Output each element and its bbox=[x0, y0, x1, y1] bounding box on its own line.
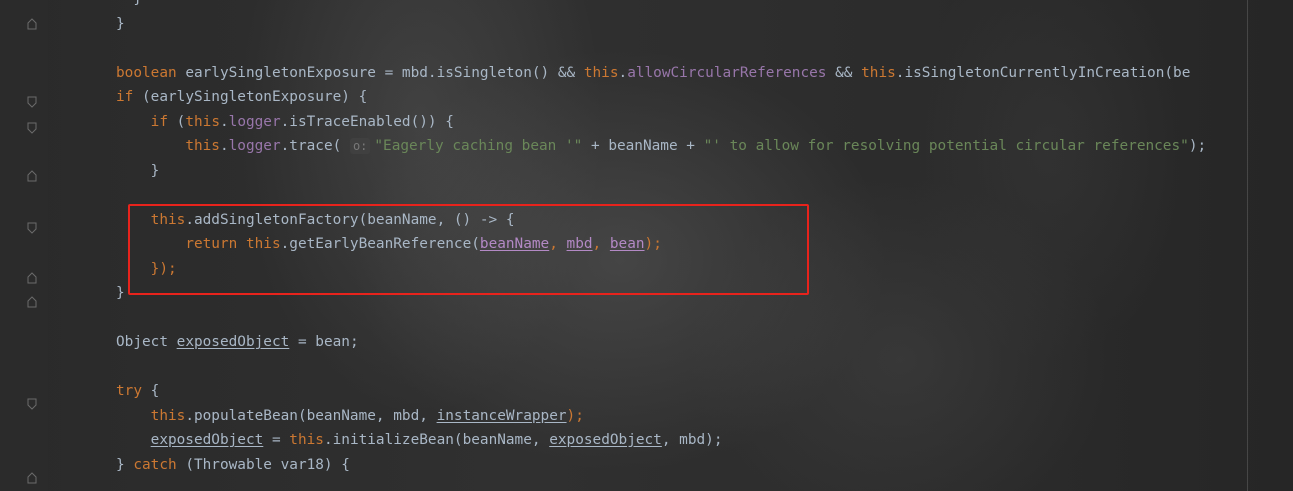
code-token: exposedObject bbox=[549, 432, 662, 448]
code-editor[interactable]: }} boolean earlySingletonExposure = mbd.i… bbox=[0, 0, 1293, 491]
code-line[interactable]: if (this.logger.isTraceEnabled()) { bbox=[116, 110, 454, 134]
code-token: .isSingletonCurrentlyInCreation(be bbox=[895, 64, 1191, 81]
fold-start-icon[interactable] bbox=[27, 96, 37, 108]
code-line[interactable]: exposedObject = this.initializeBean(bean… bbox=[116, 428, 723, 452]
code-line[interactable]: try { bbox=[116, 379, 159, 403]
code-token: this bbox=[185, 138, 220, 154]
code-token: earlySingletonExposure = mbd.isSingleton… bbox=[185, 64, 584, 81]
code-token: } bbox=[116, 0, 142, 7]
code-token: Object bbox=[116, 334, 177, 350]
code-token: = bean; bbox=[289, 334, 359, 350]
fold-end-icon[interactable] bbox=[27, 296, 37, 308]
code-token: logger bbox=[228, 138, 281, 154]
code-token: .isTraceEnabled()) { bbox=[280, 113, 454, 130]
fold-start-icon[interactable] bbox=[27, 222, 37, 234]
code-token: this bbox=[583, 64, 619, 81]
code-token: if bbox=[150, 113, 177, 130]
code-token: .populateBean(beanName, mbd, bbox=[185, 407, 437, 424]
code-token: exposedObject bbox=[176, 334, 290, 350]
fold-end-icon[interactable] bbox=[27, 170, 37, 182]
code-token: this bbox=[861, 64, 896, 81]
code-token: . bbox=[618, 64, 628, 81]
code-token: } bbox=[116, 15, 125, 32]
code-token: (Throwable var18) { bbox=[185, 456, 350, 473]
code-line[interactable]: this.logger.trace( o: "Eagerly caching be… bbox=[116, 134, 1206, 158]
code-token: if bbox=[116, 89, 142, 105]
code-token: catch bbox=[133, 456, 186, 473]
code-token: ); bbox=[1188, 138, 1207, 154]
code-token: .initializeBean(beanName, bbox=[323, 432, 550, 448]
code-token: , mbd); bbox=[661, 432, 723, 448]
code-line[interactable]: boolean earlySingletonExposure = mbd.isS… bbox=[116, 61, 1190, 85]
code-line[interactable]: } catch (Throwable var18) { bbox=[116, 453, 350, 477]
right-margin-guide bbox=[1247, 0, 1248, 491]
code-line[interactable]: } bbox=[116, 0, 142, 11]
code-token: ); bbox=[566, 407, 584, 424]
code-token: this bbox=[289, 432, 324, 448]
code-token: { bbox=[150, 383, 160, 399]
code-token: instanceWrapper bbox=[436, 407, 567, 424]
code-line[interactable]: this.populateBean(beanName, mbd, instanc… bbox=[116, 404, 584, 428]
code-token: && bbox=[826, 64, 862, 81]
fold-end-icon[interactable] bbox=[27, 18, 37, 30]
parameter-hint: o: bbox=[349, 138, 371, 154]
code-token: "' to allow for resolving potential circ… bbox=[703, 138, 1189, 154]
fold-start-icon[interactable] bbox=[27, 398, 37, 410]
code-token: } bbox=[116, 285, 125, 301]
code-token: exposedObject bbox=[150, 432, 264, 448]
code-token: "Eagerly caching bean '" bbox=[374, 138, 583, 154]
code-token: . bbox=[219, 138, 229, 154]
code-token: = bbox=[263, 432, 290, 448]
code-token: logger bbox=[228, 113, 281, 130]
code-line[interactable]: } bbox=[116, 159, 160, 183]
code-token: try bbox=[116, 383, 151, 399]
editor-gutter[interactable] bbox=[0, 0, 48, 491]
code-token: boolean bbox=[116, 64, 186, 81]
fold-end-icon[interactable] bbox=[27, 272, 37, 284]
code-token: + beanName + bbox=[582, 138, 704, 154]
code-token: } bbox=[116, 162, 160, 179]
code-line[interactable]: Object exposedObject = bean; bbox=[116, 330, 359, 354]
fold-end-icon[interactable] bbox=[27, 472, 37, 484]
code-line[interactable]: if (earlySingletonExposure) { bbox=[116, 85, 367, 109]
fold-start-icon[interactable] bbox=[27, 122, 37, 134]
code-token: } bbox=[116, 456, 134, 473]
code-token: this bbox=[150, 407, 186, 424]
code-token: (earlySingletonExposure) { bbox=[142, 89, 368, 105]
highlight-annotation-box bbox=[128, 204, 809, 295]
code-token: .trace( bbox=[280, 138, 350, 154]
code-line[interactable]: } bbox=[116, 281, 125, 305]
code-token: . bbox=[219, 113, 229, 130]
code-token: allowCircularReferences bbox=[627, 64, 827, 81]
code-line[interactable]: } bbox=[116, 12, 125, 36]
code-token: this bbox=[185, 113, 220, 130]
